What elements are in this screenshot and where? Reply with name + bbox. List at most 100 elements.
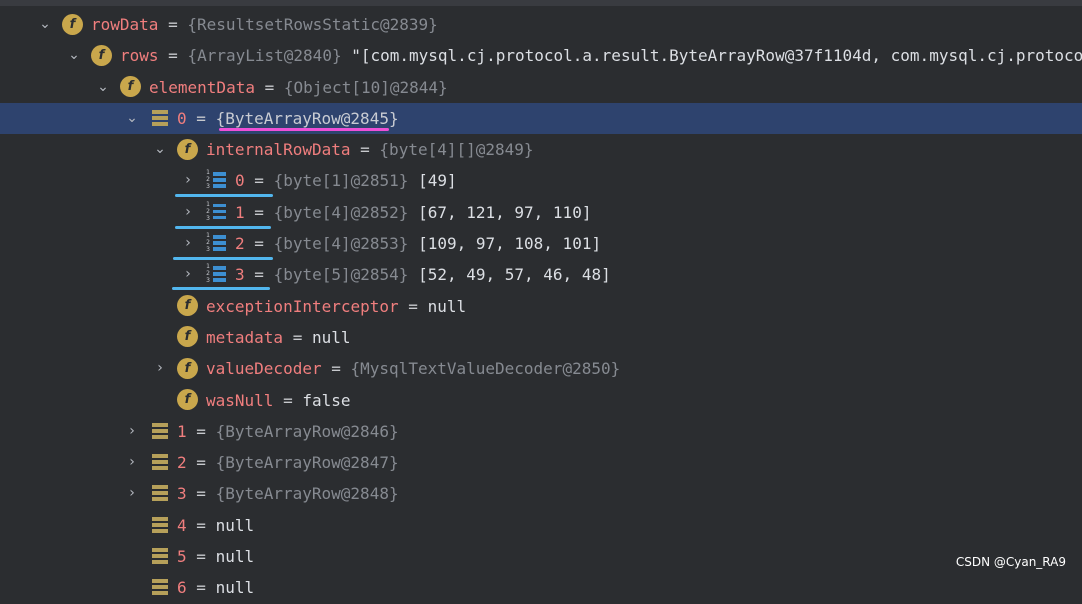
array-index-icon: 123 <box>205 169 227 190</box>
variable-value: "[com.mysql.cj.protocol.a.result.ByteArr… <box>351 46 1082 66</box>
object-reference: {ByteArrayRow@2848} <box>215 484 399 504</box>
tree-row-rowdata[interactable]: ⌄ f rowData = {ResultsetRowsStatic@2839} <box>0 9 1082 40</box>
equals-sign: = <box>292 327 303 347</box>
tree-row-element-2[interactable]: › 2 = {ByteArrayRow@2847} <box>0 447 1082 478</box>
array-element-icon <box>151 422 169 440</box>
equals-sign: = <box>196 108 206 128</box>
tree-row-elementdata[interactable]: ⌄ f elementData = {Object[10]@2844} <box>0 72 1082 103</box>
variable-value: [109, 97, 108, 101] <box>418 234 602 254</box>
field-icon: f <box>62 13 83 35</box>
equals-sign: = <box>264 77 275 97</box>
equals-sign: = <box>408 296 418 316</box>
variable-name: metadata <box>206 327 284 347</box>
watermark: CSDN @Cyan_RA9 <box>955 555 1066 569</box>
tree-row-byte-1[interactable]: › 1 2 3 1 = {byte[4]@2852} [67, 121, 97, 110… <box>0 197 1082 228</box>
equals-sign: = <box>283 390 293 410</box>
variable-name: 1 <box>177 421 187 441</box>
tree-row-element-6[interactable]: 6 = null <box>0 572 1082 603</box>
tree-row-element-5[interactable]: 5 = null <box>0 541 1082 572</box>
variable-value: null <box>311 327 351 347</box>
chevron-right-icon[interactable]: › <box>150 353 170 384</box>
object-reference: {byte[4][]@2849} <box>379 140 534 160</box>
equals-sign: = <box>360 140 370 160</box>
array-element-icon <box>151 109 169 127</box>
variable-name: exceptionInterceptor <box>206 296 399 316</box>
equals-sign: = <box>331 359 341 379</box>
tree-row-element-4[interactable]: 4 = null <box>0 510 1082 541</box>
equals-sign: = <box>168 46 178 66</box>
field-icon: f <box>120 76 141 98</box>
tree-row-element-3[interactable]: › 3 = {ByteArrayRow@2848} <box>0 478 1082 509</box>
variable-name: 3 <box>235 265 245 285</box>
chevron-down-icon[interactable]: ⌄ <box>93 72 113 103</box>
object-reference: {byte[4]@2853} <box>273 234 409 254</box>
tree-row-byte-2[interactable]: › 1 2 3 2 = {byte[4]@2853} [109, 97, 108, 10… <box>0 228 1082 259</box>
equals-sign: = <box>196 515 206 535</box>
array-element-icon <box>151 547 169 565</box>
variable-name: rows <box>120 46 159 66</box>
tree-row-byte-0[interactable]: › 1 2 3 0 = {byte[1]@2851} [49] <box>0 165 1082 196</box>
chevron-down-icon[interactable]: ⌄ <box>150 134 170 165</box>
equals-sign: = <box>254 265 264 285</box>
variable-value: [67, 121, 97, 110] <box>418 202 592 222</box>
chevron-right-icon[interactable]: › <box>122 416 142 447</box>
variable-value: null <box>215 547 255 567</box>
tree-row-element-1[interactable]: › 1 = {ByteArrayRow@2846} <box>0 416 1082 447</box>
tree-row-exceptioninterceptor[interactable]: f exceptionInterceptor = null <box>0 291 1082 322</box>
field-icon: f <box>91 44 112 66</box>
object-reference: {byte[4]@2852} <box>273 202 409 222</box>
field-icon: f <box>177 357 198 379</box>
field-icon: f <box>177 326 198 348</box>
chevron-down-icon[interactable]: ⌄ <box>64 40 84 71</box>
equals-sign: = <box>168 15 178 34</box>
object-reference: {MysqlTextValueDecoder@2850} <box>350 359 621 379</box>
chevron-right-icon[interactable]: › <box>122 478 142 509</box>
variable-name: elementData <box>149 77 255 97</box>
variable-name: rowData <box>91 15 159 34</box>
object-reference: {Object[10]@2844} <box>283 77 448 97</box>
array-element-icon <box>151 516 169 534</box>
object-reference: {byte[1]@2851} <box>273 171 409 191</box>
tree-row-element-0[interactable]: ⌄ 0 = {ByteArrayRow@2845} <box>0 102 1082 135</box>
variable-value: [52, 49, 57, 46, 48] <box>418 265 611 285</box>
field-icon: f <box>177 389 198 411</box>
debugger-variables-tree[interactable]: ⌄ f rowData = {ResultsetRowsStatic@2839} ⌄… <box>0 9 1082 604</box>
equals-sign: = <box>196 578 206 598</box>
array-element-icon <box>151 484 169 502</box>
panel-top-border <box>0 0 1082 6</box>
variable-name: 1 <box>235 202 245 222</box>
tree-row-wasnull[interactable]: f wasNull = false <box>0 385 1082 416</box>
variable-value: false <box>302 390 351 410</box>
tree-row-internalrowdata[interactable]: ⌄ f internalRowData = {byte[4][]@2849} <box>0 134 1082 165</box>
field-icon: f <box>177 138 198 160</box>
equals-sign: = <box>254 171 264 191</box>
variable-name: 3 <box>177 484 187 504</box>
chevron-down-icon[interactable]: ⌄ <box>35 9 55 40</box>
annotation-underline-blue <box>175 194 273 197</box>
equals-sign: = <box>196 547 206 567</box>
tree-row-rows[interactable]: ⌄ f rows = {ArrayList@2840} "[com.mysql.cj… <box>0 40 1082 71</box>
equals-sign: = <box>196 421 206 441</box>
variable-name: 2 <box>235 234 245 254</box>
variable-name: 4 <box>177 515 187 535</box>
chevron-right-icon[interactable]: › <box>178 228 198 259</box>
equals-sign: = <box>254 202 264 222</box>
chevron-right-icon[interactable]: › <box>178 165 198 196</box>
equals-sign: = <box>254 234 264 254</box>
annotation-underline-blue <box>172 287 270 290</box>
equals-sign: = <box>196 484 206 504</box>
variable-value: null <box>215 515 255 535</box>
variable-name: wasNull <box>206 390 274 410</box>
chevron-right-icon[interactable]: › <box>178 259 198 290</box>
chevron-right-icon[interactable]: › <box>122 447 142 478</box>
tree-row-byte-3[interactable]: › 1 2 3 3 = {byte[5]@2854} [52, 49, 57, 46, … <box>0 259 1082 290</box>
tree-row-valuedecoder[interactable]: › f valueDecoder = {MysqlTextValueDecoder@… <box>0 353 1082 384</box>
variable-name: 5 <box>177 547 187 567</box>
array-element-icon <box>151 578 169 596</box>
chevron-down-icon[interactable]: ⌄ <box>122 103 142 134</box>
variable-name: internalRowData <box>206 140 351 160</box>
chevron-right-icon[interactable]: › <box>178 197 198 228</box>
object-reference: {ByteArrayRow@2846} <box>215 421 399 441</box>
tree-row-metadata[interactable]: f metadata = null <box>0 322 1082 353</box>
annotation-underline-blue <box>173 257 273 260</box>
